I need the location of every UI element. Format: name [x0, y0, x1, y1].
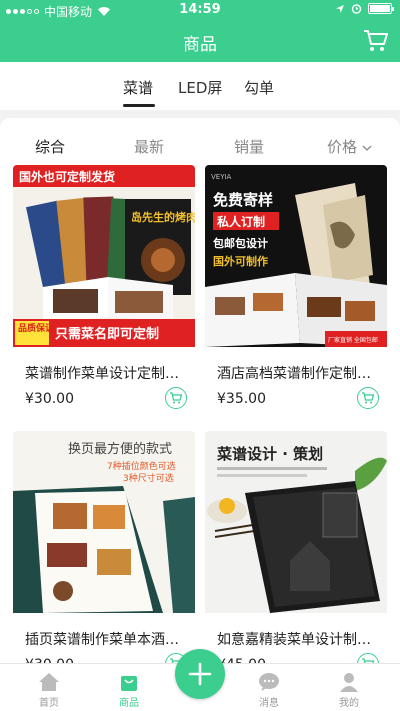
page-title: 商品: [183, 35, 217, 55]
image-top-banner: 国外也可定制发货: [19, 169, 115, 184]
add-button[interactable]: [175, 649, 225, 699]
add-to-cart-icon[interactable]: [165, 387, 187, 409]
battery-icon: [368, 3, 394, 14]
nav-profile[interactable]: 我的: [319, 670, 379, 709]
bag-icon: [121, 676, 137, 691]
image-headline: 换页最方便的款式: [68, 441, 172, 457]
chevron-down-icon: [362, 145, 372, 151]
sort-sales[interactable]: 销量: [234, 136, 264, 157]
image-bottom-banner: 只需菜名即可定制: [55, 326, 159, 342]
cart-icon[interactable]: [362, 26, 390, 54]
product-card[interactable]: 菜谱设计 · 策划 如意嘉精装菜单设计制… ¥45.00: [205, 431, 387, 668]
nav-products-label: 商品: [119, 698, 139, 709]
image-headline: 菜谱设计 · 策划: [216, 445, 323, 463]
nav-messages[interactable]: 消息: [239, 670, 299, 709]
image-line3: 包邮包设计: [212, 236, 268, 250]
home-icon: [39, 673, 59, 691]
add-to-cart-icon[interactable]: [357, 387, 379, 409]
product-price: ¥35.00: [217, 391, 266, 407]
sort-newest[interactable]: 最新: [134, 136, 164, 157]
message-icon: [259, 673, 279, 691]
sort-bar: 综合 最新 销量 价格: [0, 118, 400, 164]
nav-home[interactable]: 首页: [19, 670, 79, 709]
user-icon: [340, 673, 358, 692]
product-card[interactable]: VEYIA 免费寄样 私人订制 包邮包设计 国外可制作 厂家直销 全国包邮 酒店…: [205, 165, 387, 420]
product-card[interactable]: 国外也可定制发货 岛先生的烤肉店 品质保证 只需菜名即可定制 菜谱制作菜单设计定…: [13, 165, 195, 420]
product-image: 换页最方便的款式 7种插位颜色可选 3种尺寸可选: [13, 431, 195, 613]
image-line1: 7种插位颜色可选: [107, 460, 176, 472]
product-image: 国外也可定制发货 岛先生的烤肉店 品质保证 只需菜名即可定制: [13, 165, 195, 347]
image-line2: 3种尺寸可选: [123, 472, 174, 484]
image-badge: 品质保证: [18, 322, 54, 334]
image-line1: 免费寄样: [213, 191, 273, 209]
nav-home-label: 首页: [39, 698, 59, 709]
image-book-title: 岛先生的烤肉店: [131, 210, 195, 224]
nav-messages-label: 消息: [259, 698, 279, 709]
sort-price[interactable]: 价格: [327, 136, 372, 157]
location-icon: [336, 4, 344, 13]
tab-menu[interactable]: 菜谱: [123, 77, 153, 98]
active-tab-indicator: [123, 104, 155, 107]
status-bar: 中国移动 14:59: [0, 0, 400, 20]
image-line2: 私人订制: [216, 214, 265, 229]
tab-order[interactable]: 勾单: [244, 77, 274, 98]
product-panel: 综合 最新 销量 价格 国外也可定制发货 岛先生的烤肉店: [0, 118, 400, 668]
top-bar: 中国移动 14:59 商品: [0, 0, 400, 62]
sort-general[interactable]: 综合: [35, 136, 65, 157]
product-price: ¥30.00: [25, 391, 74, 407]
alarm-icon: [351, 4, 362, 14]
image-line4: 国外可制作: [213, 254, 268, 268]
image-corner: 厂家直销 全国包邮: [328, 336, 378, 344]
nav-products[interactable]: 商品: [99, 670, 159, 709]
plus-icon: [188, 662, 212, 686]
product-name: 如意嘉精装菜单设计制…: [217, 632, 371, 648]
product-card[interactable]: 换页最方便的款式 7种插位颜色可选 3种尺寸可选 插页菜谱制作菜单本酒… ¥30…: [13, 431, 195, 668]
category-tabs: 菜谱 LED屏 勾单: [0, 62, 400, 110]
tab-led[interactable]: LED屏: [178, 77, 222, 98]
product-name: 酒店高档菜谱制作定制…: [217, 366, 371, 382]
product-name: 插页菜谱制作菜单本酒…: [25, 632, 179, 648]
product-image: 菜谱设计 · 策划: [205, 431, 387, 613]
product-name: 菜谱制作菜单设计定制…: [25, 366, 179, 382]
sort-price-label: 价格: [327, 138, 358, 156]
image-brand: VEYIA: [211, 173, 232, 181]
product-image: VEYIA 免费寄样 私人订制 包邮包设计 国外可制作 厂家直销 全国包邮: [205, 165, 387, 347]
nav-profile-label: 我的: [339, 698, 359, 709]
